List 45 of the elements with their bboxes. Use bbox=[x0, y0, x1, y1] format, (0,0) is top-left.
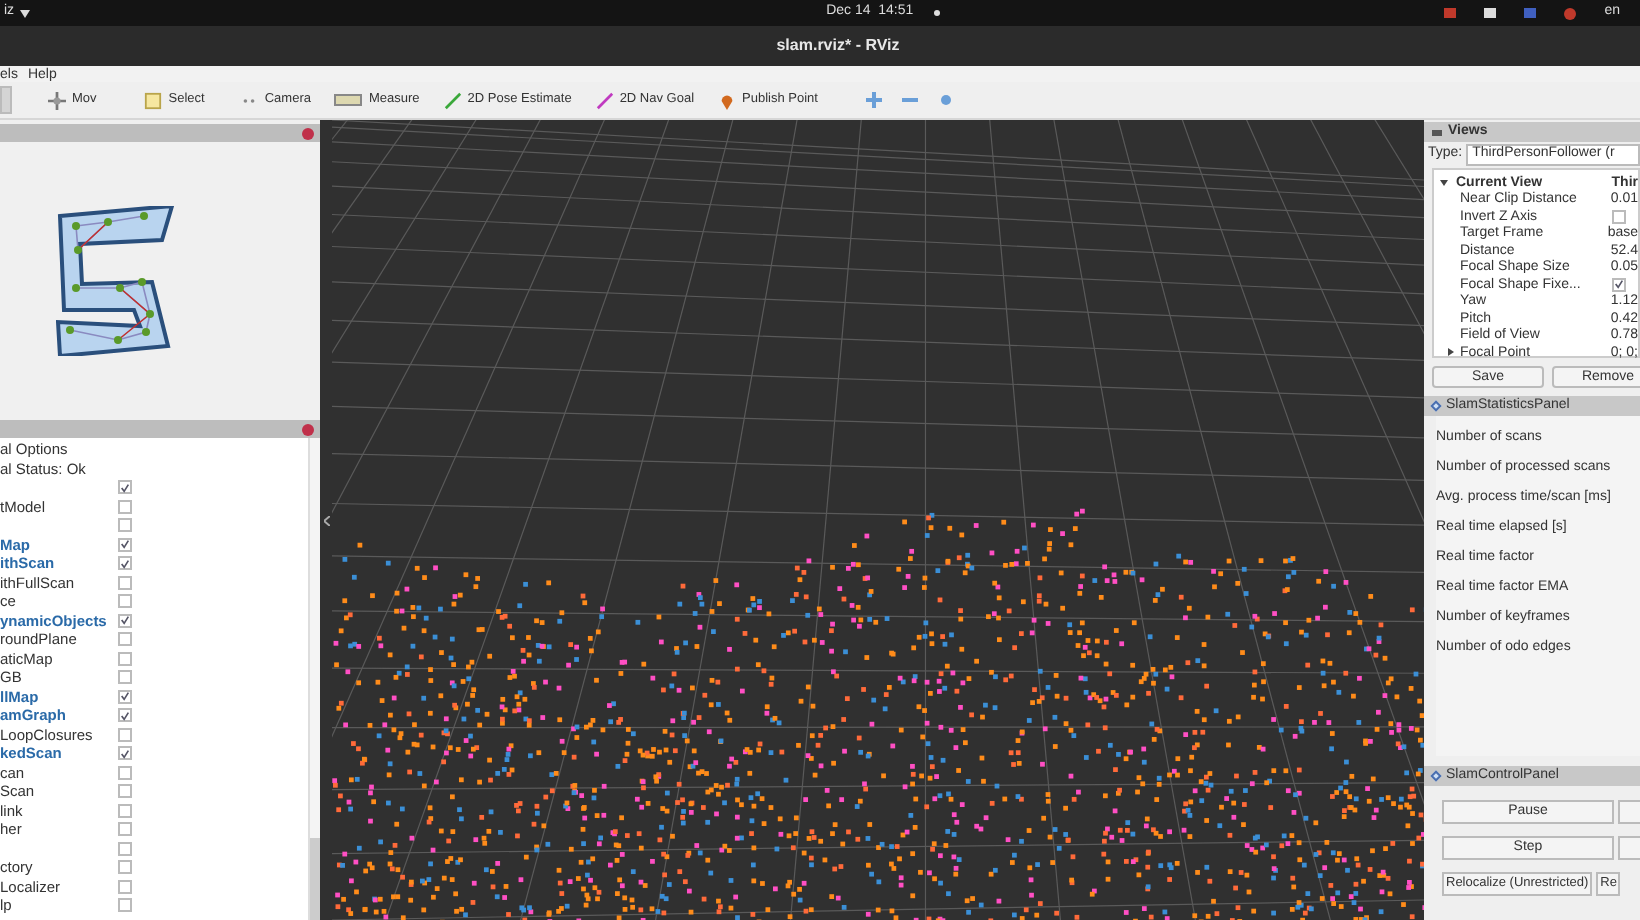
control-button[interactable] bbox=[1618, 800, 1640, 824]
caret-down-icon[interactable] bbox=[1440, 178, 1448, 187]
checkbox[interactable] bbox=[118, 841, 132, 856]
scrollbar-thumb[interactable] bbox=[310, 838, 320, 920]
tool-button[interactable] bbox=[0, 86, 12, 114]
ruler-icon bbox=[334, 94, 363, 106]
checkbox[interactable] bbox=[118, 689, 132, 704]
checkbox[interactable] bbox=[1612, 277, 1626, 292]
checkbox[interactable] bbox=[118, 480, 132, 495]
square-icon bbox=[144, 91, 163, 109]
checkbox[interactable] bbox=[118, 708, 132, 723]
checkbox[interactable] bbox=[118, 765, 132, 780]
pin-icon bbox=[718, 91, 737, 109]
checkbox[interactable] bbox=[118, 613, 132, 628]
checkbox[interactable] bbox=[118, 556, 132, 571]
window-title: slam.rviz* - RViz bbox=[774, 34, 900, 58]
close-icon[interactable] bbox=[302, 423, 314, 435]
checkbox[interactable] bbox=[118, 803, 132, 818]
checkbox[interactable] bbox=[118, 822, 132, 837]
crosshair-icon bbox=[48, 91, 66, 109]
control-button[interactable] bbox=[1618, 836, 1640, 860]
scrollbar[interactable] bbox=[308, 438, 320, 920]
checkbox[interactable] bbox=[118, 727, 132, 742]
checkbox[interactable] bbox=[118, 499, 132, 514]
checkbox[interactable] bbox=[118, 518, 132, 533]
minus-icon[interactable] bbox=[901, 92, 918, 108]
caret-icon bbox=[20, 9, 31, 17]
checkbox[interactable] bbox=[118, 594, 132, 609]
checkbox[interactable] bbox=[118, 670, 132, 685]
grid-drawing[interactable] bbox=[332, 120, 1424, 920]
close-icon[interactable] bbox=[302, 127, 314, 139]
checkbox[interactable] bbox=[118, 879, 132, 894]
checkbox[interactable] bbox=[118, 632, 132, 647]
checkbox[interactable] bbox=[118, 537, 132, 552]
checkbox[interactable] bbox=[118, 898, 132, 913]
caret-right-icon[interactable] bbox=[1448, 348, 1454, 357]
plus-icon[interactable] bbox=[865, 92, 882, 108]
checkbox[interactable] bbox=[118, 746, 132, 761]
chevron-left-icon[interactable] bbox=[323, 515, 329, 525]
checkbox[interactable] bbox=[118, 784, 132, 799]
status-icon[interactable] bbox=[1564, 7, 1577, 19]
checkbox[interactable] bbox=[118, 860, 132, 875]
checkbox[interactable] bbox=[1612, 209, 1626, 224]
checkbox[interactable] bbox=[118, 575, 132, 590]
checkbox[interactable] bbox=[118, 651, 132, 666]
